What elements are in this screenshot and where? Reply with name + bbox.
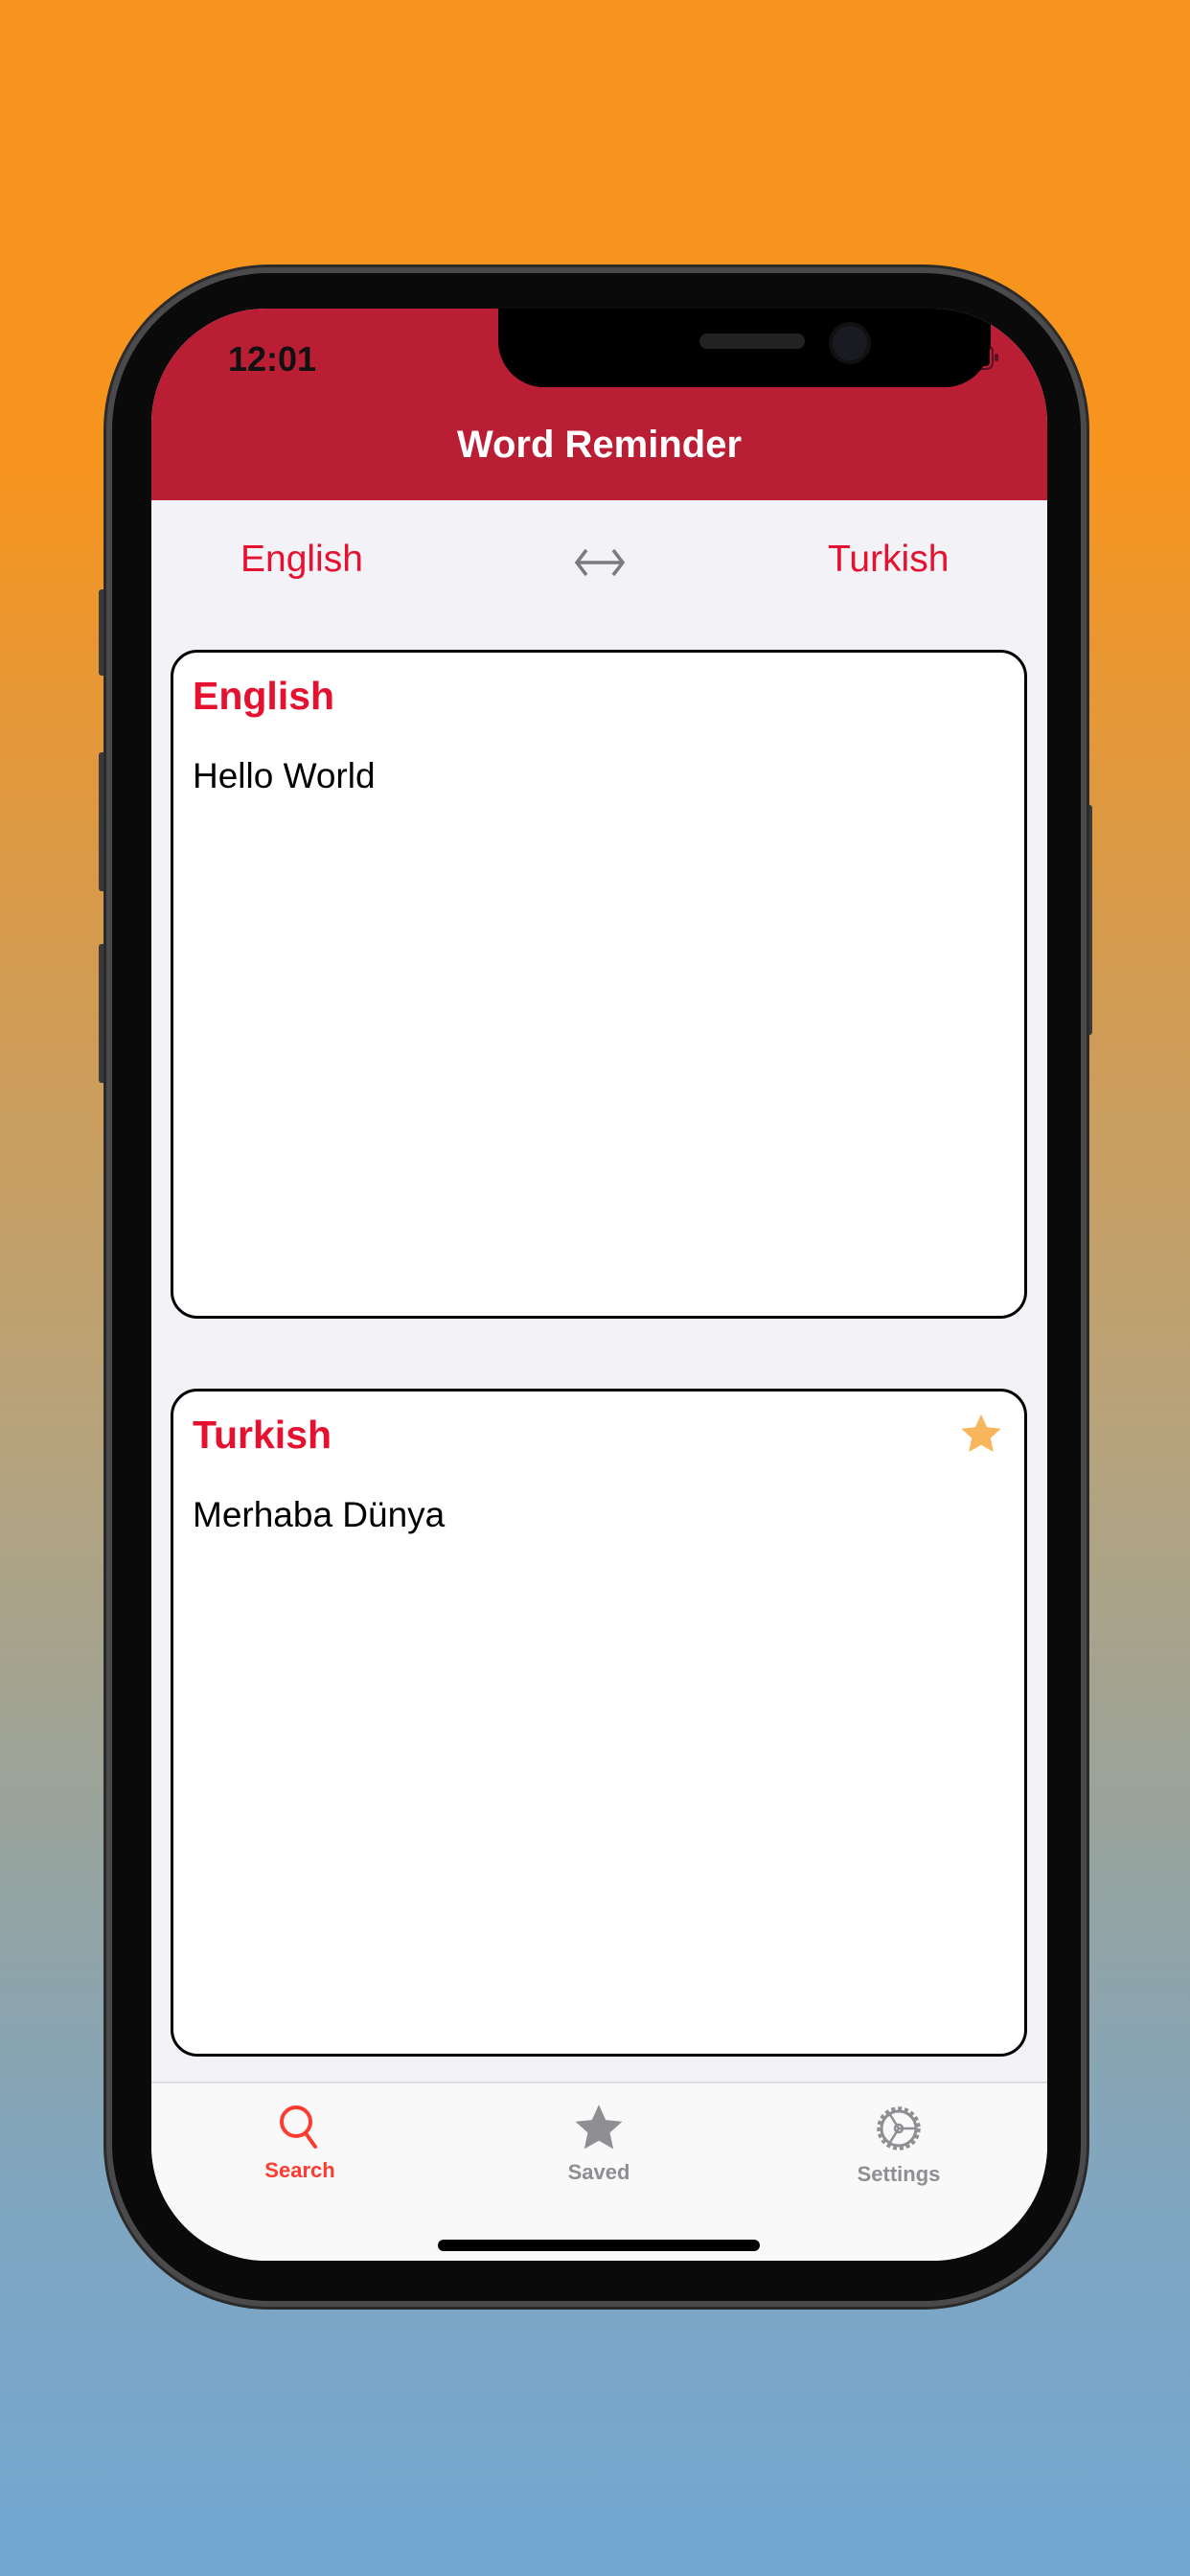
nav-header: 12:01 Word Reminder — [151, 309, 1047, 500]
source-text-card[interactable]: English Hello World — [171, 650, 1027, 1319]
gear-icon — [877, 2106, 921, 2150]
target-card-label: Turkish — [193, 1413, 332, 1457]
star-icon — [575, 2104, 623, 2150]
translation-text: Merhaba Dünya — [193, 1495, 446, 1534]
source-card-label: English — [193, 674, 335, 718]
source-text-input[interactable]: Hello World — [193, 756, 376, 796]
home-indicator[interactable] — [438, 2240, 760, 2251]
tab-saved[interactable]: Saved — [503, 2103, 695, 2185]
tab-search[interactable]: Search — [204, 2103, 396, 2183]
status-time: 12:01 — [228, 339, 317, 379]
tab-saved-label: Saved — [567, 2160, 630, 2184]
language-selector: English Turkish — [151, 539, 1047, 586]
app-screen: 12:01 Word Reminder English Turkish Engl… — [151, 309, 1047, 2261]
target-language-button[interactable]: Turkish — [828, 539, 949, 581]
tab-bar: Search Saved Settings — [151, 2082, 1047, 2261]
star-icon[interactable] — [959, 1413, 1003, 1455]
search-icon — [280, 2105, 317, 2149]
left-right-arrow-icon[interactable] — [573, 539, 627, 586]
tab-search-label: Search — [264, 2158, 335, 2182]
translation-card: Turkish Merhaba Dünya — [171, 1389, 1027, 2057]
source-language-button[interactable]: English — [240, 539, 363, 581]
tab-settings[interactable]: Settings — [803, 2103, 995, 2187]
tab-settings-label: Settings — [857, 2162, 941, 2186]
notch — [498, 309, 991, 387]
page-title: Word Reminder — [456, 424, 743, 466]
